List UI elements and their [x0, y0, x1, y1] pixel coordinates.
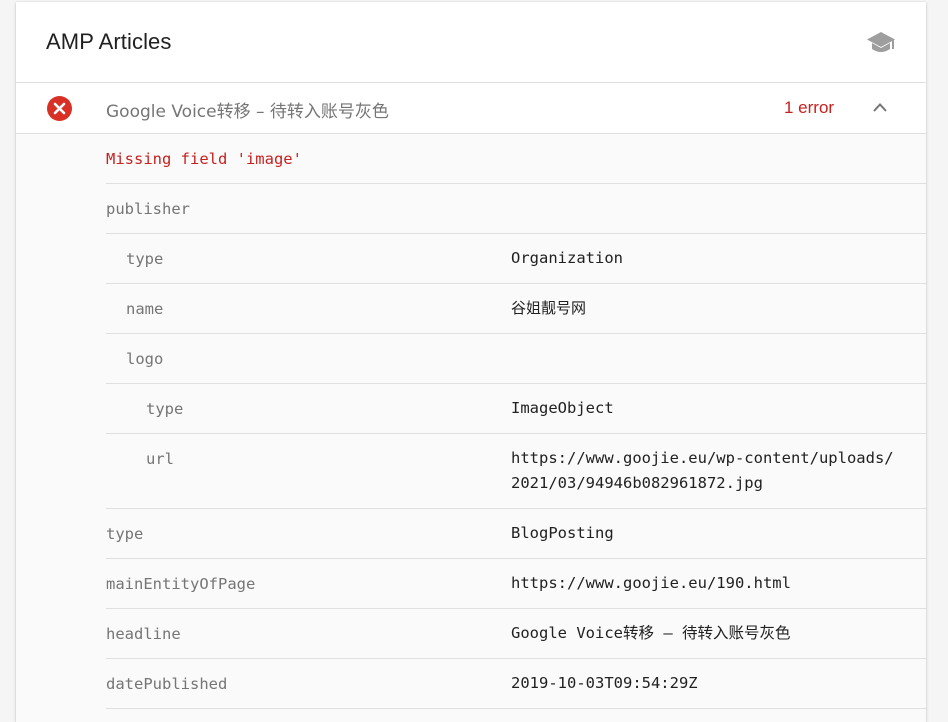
detail-key: logo	[126, 350, 164, 368]
detail-row-logo-url: url https://www.goojie.eu/wp-content/upl…	[106, 434, 926, 509]
item-details: Missing field 'image' publisher type Org…	[16, 134, 926, 722]
detail-value: 谷姐靓号网	[511, 299, 587, 317]
detail-key: mainEntityOfPage	[106, 575, 256, 593]
item-name: Google Voice转移 – 待转入账号灰色	[106, 102, 389, 122]
detail-value: ImageObject	[511, 399, 614, 417]
card-title: AMP Articles	[46, 29, 172, 54]
detail-row-logo-type: type ImageObject	[106, 384, 926, 434]
detail-key: type	[126, 250, 164, 268]
amp-articles-card: AMP Articles Google Voice转移 – 待转入账号灰色 1 …	[16, 2, 926, 722]
detail-key: datePublished	[106, 675, 228, 693]
detail-value: Google Voice转移 – 待转入账号灰色	[511, 624, 791, 642]
card-header: AMP Articles	[16, 2, 926, 83]
detail-row-date-published: datePublished 2019-10-03T09:54:29Z	[106, 659, 926, 709]
error-message: Missing field 'image'	[106, 150, 302, 168]
detail-value: 2019-10-03T09:54:29Z	[511, 674, 698, 692]
detail-key: url	[146, 450, 174, 468]
detail-row-publisher-name: name 谷姐靓号网	[106, 284, 926, 334]
detail-row-headline: headline Google Voice转移 – 待转入账号灰色	[106, 609, 926, 659]
detail-key: type	[106, 525, 144, 543]
detail-row-type: type BlogPosting	[106, 509, 926, 559]
detail-value: Organization	[511, 249, 623, 267]
detail-row-main-entity: mainEntityOfPage https://www.goojie.eu/1…	[106, 559, 926, 609]
error-message-row: Missing field 'image'	[106, 134, 926, 184]
detail-row-logo: logo	[106, 334, 926, 384]
detail-row-publisher-type: type Organization	[106, 234, 926, 284]
error-count-badge: 1 error	[784, 98, 835, 117]
detail-row-publisher: publisher	[106, 184, 926, 234]
error-circle-icon	[47, 96, 72, 121]
detail-value: https://www.goojie.eu/wp-content/uploads…	[511, 449, 894, 492]
detail-key: name	[126, 300, 164, 318]
mortarboard-icon[interactable]	[866, 30, 896, 56]
detail-key: publisher	[106, 200, 190, 218]
detail-value: https://www.goojie.eu/190.html	[511, 574, 791, 592]
detail-value: BlogPosting	[511, 524, 614, 542]
detail-key: type	[146, 400, 184, 418]
detail-key: headline	[106, 625, 181, 643]
amp-item-row[interactable]: Google Voice转移 – 待转入账号灰色 1 error	[16, 83, 926, 134]
chevron-up-icon[interactable]	[872, 101, 888, 113]
